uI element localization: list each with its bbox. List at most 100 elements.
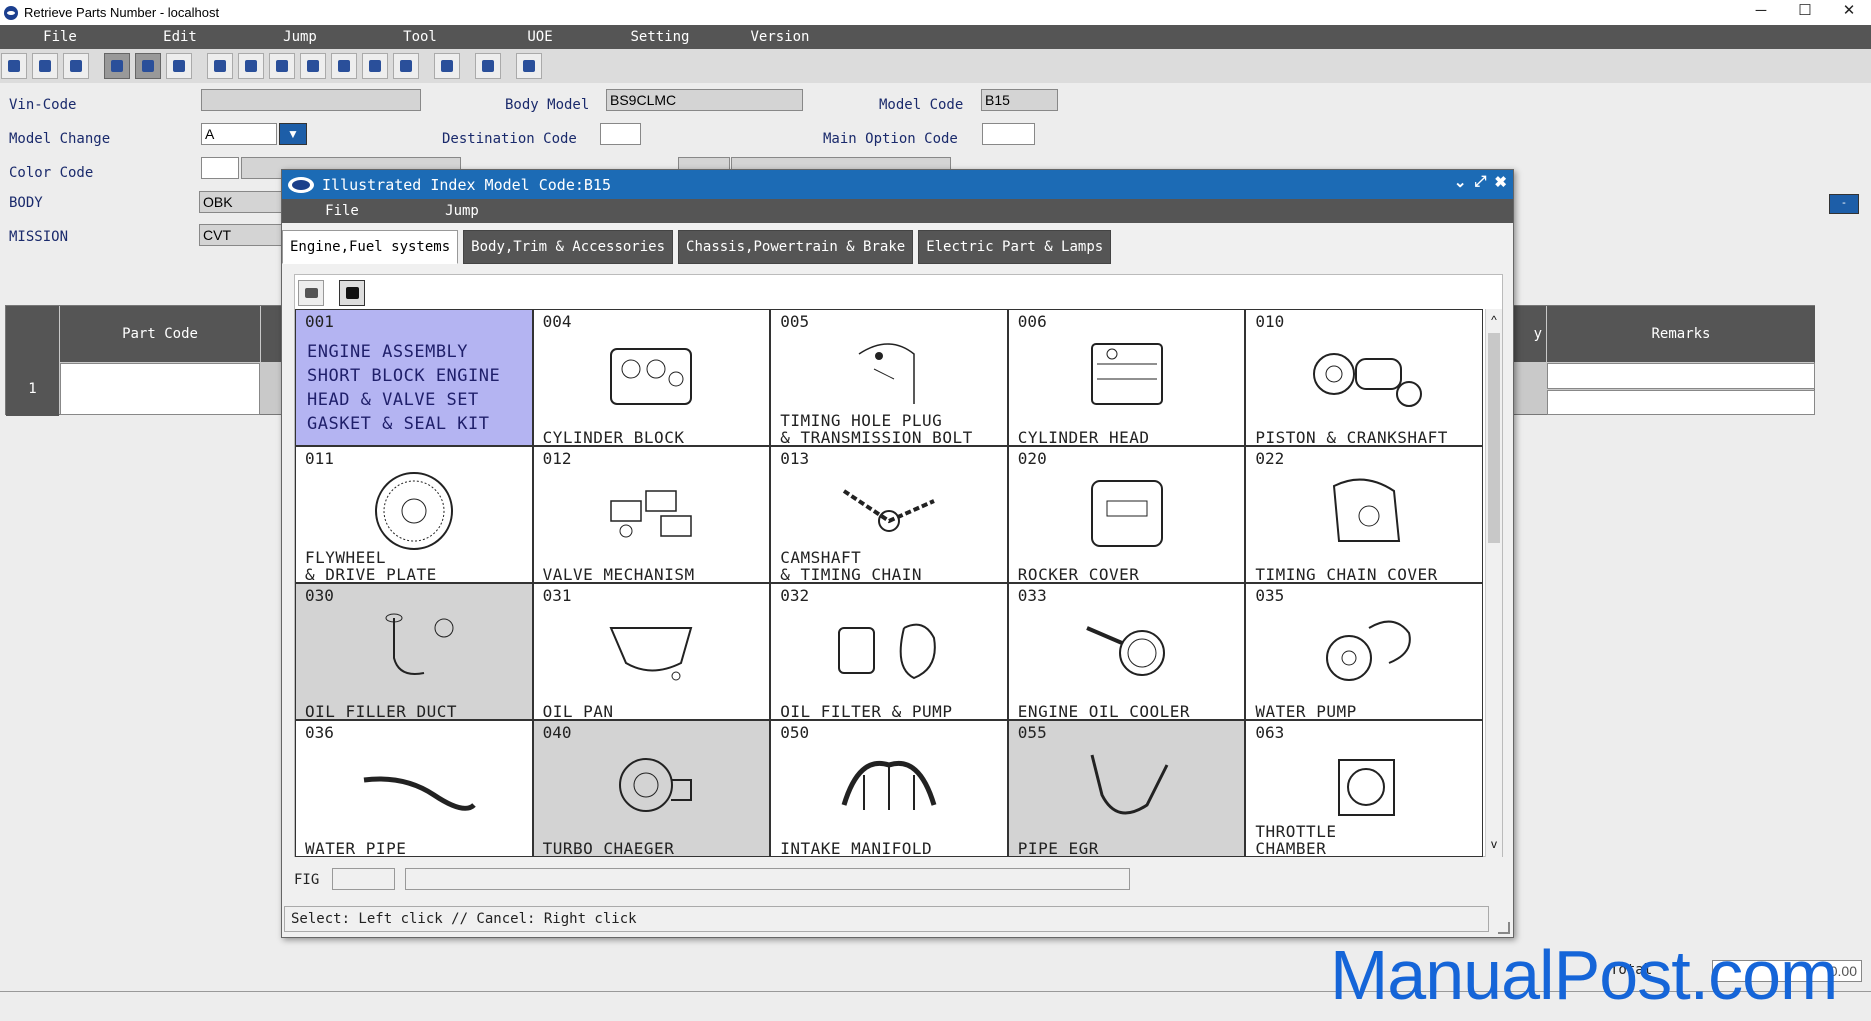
index-cell-004[interactable]: 004 CYLINDER BLOCK [533, 310, 770, 445]
book-icon[interactable] [207, 53, 233, 79]
report-icon[interactable] [475, 53, 501, 79]
app-icon [4, 5, 18, 20]
color-field[interactable] [201, 157, 239, 179]
index-cell-036[interactable]: 036 WATER PIPE [296, 721, 532, 856]
expand-icon[interactable]: ⤢ [1474, 173, 1486, 191]
dialog-titlebar[interactable]: Illustrated Index Model Code:B15 ⌄ ⤢ ✖ [282, 170, 1513, 199]
index-cell-020[interactable]: 020 ROCKER COVER [1008, 447, 1245, 582]
table-grid-icon[interactable] [238, 53, 264, 79]
fig-name-field[interactable] [405, 868, 1130, 890]
index-cell-040[interactable]: 040 TURBO CHAEGER [533, 721, 770, 856]
cylinder-head-icon [1090, 343, 1163, 405]
tab-chassis-powertrain[interactable]: Chassis,Powertrain & Brake [678, 230, 914, 264]
index-cell-030[interactable]: 030 OIL FILLER DUCT [296, 584, 532, 719]
cell-code: 063 [1255, 723, 1285, 742]
index-cell-035[interactable]: 035 WATER PUMP [1246, 584, 1482, 719]
remarks-cell-1[interactable] [1547, 363, 1815, 389]
menu-version[interactable]: Version [720, 25, 840, 49]
window-icon[interactable] [516, 53, 542, 79]
part-code-cell[interactable] [60, 363, 260, 415]
menu-tool[interactable]: Tool [360, 25, 480, 49]
cell-label: TIMING CHAIN COVER [1255, 566, 1437, 582]
minimize-button[interactable]: ─ [1739, 0, 1783, 25]
color-label: Color Code [9, 165, 94, 181]
tools-icon[interactable] [362, 53, 388, 79]
model-code-field[interactable]: B15 [981, 89, 1058, 111]
body-field[interactable]: OBK [199, 191, 289, 213]
index-cell-010[interactable]: 010 PISTON & CRANKSHAFT [1246, 310, 1482, 445]
model-change-dropdown-icon[interactable]: ▼ [279, 123, 307, 145]
water-pump-icon [1326, 620, 1411, 681]
cell-code: 012 [542, 449, 572, 468]
body-model-field[interactable]: BS9CLMC [606, 89, 803, 111]
side-collapse-button[interactable]: - [1829, 194, 1859, 214]
index-cell-063[interactable]: 063 THROTTLE CHAMBER [1246, 721, 1482, 856]
dialog-close-icon[interactable]: ✖ [1494, 173, 1507, 191]
index-cell-022[interactable]: 022 TIMING CHAIN COVER [1246, 447, 1482, 582]
copy-icon[interactable] [434, 53, 460, 79]
image-view-icon[interactable] [339, 280, 365, 306]
dialog-menu-jump[interactable]: Jump [402, 199, 522, 223]
tab-electric-lamps[interactable]: Electric Part & Lamps [918, 230, 1112, 264]
cell-code: 033 [1017, 586, 1047, 605]
open-folder-icon[interactable] [1, 53, 27, 79]
cell-label: CYLINDER BLOCK [543, 429, 685, 445]
grid-scrollbar[interactable]: ^ v [1485, 309, 1502, 857]
save-icon[interactable] [32, 53, 58, 79]
fig-code-field[interactable] [332, 868, 395, 890]
index-cell-032[interactable]: 032 OIL FILTER & PUMP [771, 584, 1007, 719]
menu-file[interactable]: File [0, 25, 120, 49]
print-icon[interactable] [63, 53, 89, 79]
cell-label-line: ROCKER COVER [1017, 565, 1140, 582]
cell-code: 011 [305, 449, 334, 468]
window-controls: ─ ☐ ✕ [1739, 0, 1871, 25]
cell-label: ENGINE OIL COOLER [1018, 703, 1190, 719]
index-cell-001[interactable]: 001 ENGINE ASSEMBLY SHORT BLOCK ENGINE H… [296, 310, 532, 445]
index-cell-013[interactable]: 013 CAMSHAFT & TIMING CHAIN [771, 447, 1007, 582]
destination-field[interactable] [600, 123, 641, 145]
index-cell-012[interactable]: 012 VALVE MECHANISM [533, 447, 770, 582]
maximize-button[interactable]: ☐ [1783, 0, 1827, 25]
index-cell-031[interactable]: 031 OIL PAN [533, 584, 770, 719]
cell-code: 004 [542, 312, 572, 331]
print-icon[interactable] [298, 280, 324, 306]
flywheel-icon [374, 472, 453, 550]
close-button[interactable]: ✕ [1827, 0, 1871, 25]
cell-line: SHORT BLOCK ENGINE [307, 366, 501, 386]
tab-engine-fuel[interactable]: Engine,Fuel systems [282, 230, 459, 264]
menu-uoe[interactable]: UOE [480, 25, 600, 49]
vin-field[interactable] [201, 89, 421, 111]
image-config-icon[interactable] [393, 53, 419, 79]
menu-edit[interactable]: Edit [120, 25, 240, 49]
index-cell-006[interactable]: 006 CYLINDER HEAD [1008, 310, 1245, 445]
scroll-down-icon[interactable]: v [1486, 837, 1502, 853]
cell-label-line: TIMING HOLE PLUG [780, 411, 943, 430]
scroll-thumb[interactable] [1488, 333, 1500, 543]
collapse-icon[interactable]: ⌄ [1454, 173, 1467, 191]
fig-label: FIG [294, 872, 320, 888]
remarks-cell-2[interactable] [1547, 390, 1815, 415]
tab-body-trim[interactable]: Body,Trim & Accessories [463, 230, 674, 264]
mission-field[interactable]: CVT [199, 224, 289, 246]
index-cell-033[interactable]: 033 ENGINE OIL COOLER [1008, 584, 1245, 719]
cell-label: VALVE MECHANISM [543, 566, 695, 582]
dialog-menu-file[interactable]: File [282, 199, 402, 223]
index-cell-055[interactable]: 055 PIPE EGR [1008, 721, 1245, 856]
text-search-icon[interactable] [331, 53, 357, 79]
index-cell-005[interactable]: 005 TIMING HOLE PLUG & TRANSMISSION BOLT [771, 310, 1007, 445]
numeric-check-icon[interactable] [104, 53, 130, 79]
cell-code: 032 [780, 586, 810, 605]
scroll-up-icon[interactable]: ^ [1486, 313, 1502, 329]
menu-setting[interactable]: Setting [600, 25, 720, 49]
save-as-icon[interactable] [166, 53, 192, 79]
index-cell-050[interactable]: 050 INTAKE MANIFOLD [771, 721, 1007, 856]
menu-jump[interactable]: Jump [240, 25, 360, 49]
index-cell-011[interactable]: 011 FLYWHEEL & DRIVE PLATE [296, 447, 532, 582]
table-edit-icon[interactable] [269, 53, 295, 79]
part-code-header: Part Code [60, 306, 260, 362]
users-icon[interactable] [300, 53, 326, 79]
numeric-list-icon[interactable] [135, 53, 161, 79]
resize-grip-icon[interactable] [1498, 922, 1510, 934]
model-change-field[interactable]: A [201, 123, 277, 145]
main-option-field[interactable] [982, 123, 1035, 145]
